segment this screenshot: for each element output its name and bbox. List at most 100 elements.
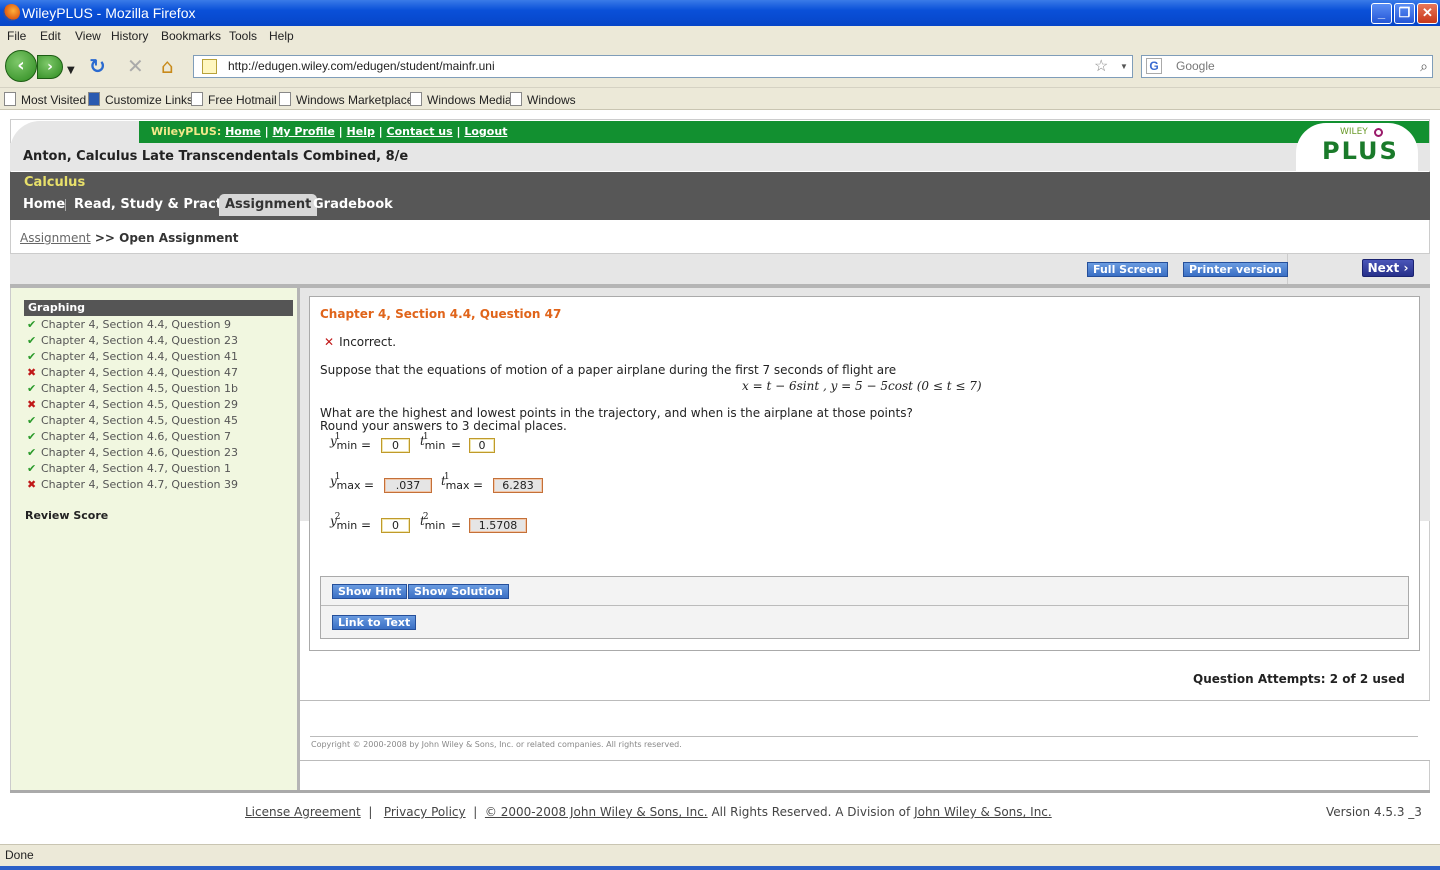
t-answer-field[interactable]: 0 <box>469 438 495 453</box>
motion-equation: x = t − 6sint , y = 5 − 5cost (0 ≤ t ≤ 7… <box>742 379 982 393</box>
link-to-text-button[interactable]: Link to Text <box>332 615 417 630</box>
sidebar-heading: Graphing <box>24 300 293 316</box>
breadcrumb-assignment-link[interactable]: Assignment <box>20 231 91 245</box>
bookmark-free-hotmail[interactable]: Free Hotmail <box>191 92 277 107</box>
full-screen-button[interactable]: Full Screen <box>1087 262 1168 277</box>
menu-help[interactable]: Help <box>269 29 294 43</box>
sidebar-question-item[interactable]: ✔ Chapter 4, Section 4.4, Question 9 <box>27 318 231 331</box>
menu-edit[interactable]: Edit <box>40 29 61 43</box>
show-solution-button[interactable]: Show Solution <box>408 584 509 599</box>
tab-home[interactable]: Home <box>23 194 65 216</box>
y-answer-field[interactable]: 0 <box>381 518 410 533</box>
link-contact-us[interactable]: Contact us <box>387 125 453 138</box>
breadcrumb-current: Open Assignment <box>119 231 239 245</box>
t-variable-label: t1min <box>420 432 446 452</box>
bookmark-windows-media[interactable]: Windows Media <box>410 92 512 107</box>
brand-label: WileyPLUS: <box>151 125 222 138</box>
menu-view[interactable]: View <box>75 29 101 43</box>
equals-sign: = <box>361 438 372 452</box>
close-window-button[interactable]: ✕ <box>1417 3 1438 24</box>
window-title: WileyPLUS - Mozilla Firefox <box>22 5 196 21</box>
tab-gradebook[interactable]: Gradebook <box>313 194 393 216</box>
link-help[interactable]: Help <box>347 125 375 138</box>
msn-icon <box>88 92 100 106</box>
page-icon <box>410 92 422 106</box>
sidebar-question-item[interactable]: ✔ Chapter 4, Section 4.6, Question 7 <box>27 430 231 443</box>
back-button[interactable]: ‹ <box>5 50 37 82</box>
sidebar-question-item[interactable]: ✔ Chapter 4, Section 4.4, Question 23 <box>27 334 238 347</box>
question-list-sidebar: Graphing ✔ Chapter 4, Section 4.4, Questi… <box>11 288 297 790</box>
bookmark-windows-marketplace[interactable]: Windows Marketplace <box>279 92 413 107</box>
search-magnifier-icon[interactable]: ⌕ <box>1420 56 1428 77</box>
restore-button[interactable]: ❐ <box>1394 3 1415 24</box>
bookmark-windows[interactable]: Windows <box>510 92 576 107</box>
checkmark-icon: ✔ <box>27 446 37 459</box>
incorrect-icon: ✖ <box>27 366 37 379</box>
menu-file[interactable]: File <box>7 29 26 43</box>
result-message: ✕ Incorrect. <box>324 335 397 349</box>
history-dropdown-icon[interactable]: ▼ <box>67 61 75 81</box>
wiley-division-link[interactable]: John Wiley & Sons, Inc. <box>914 805 1052 819</box>
tab-assignment[interactable]: Assignment <box>219 194 318 216</box>
question-title: Chapter 4, Section 4.4, Question 47 <box>320 307 562 321</box>
rights-text: All Rights Reserved. A Division of <box>711 805 911 819</box>
sidebar-question-label: Chapter 4, Section 4.4, Question 47 <box>41 366 239 379</box>
y-variable-label: y1max <box>330 472 361 492</box>
sidebar-question-item[interactable]: ✔ Chapter 4, Section 4.5, Question 1b <box>27 382 238 395</box>
url-dropdown-icon[interactable]: ▼ <box>1120 56 1128 77</box>
google-icon[interactable]: G <box>1146 58 1162 74</box>
link-logout[interactable]: Logout <box>464 125 507 138</box>
site-favicon-icon <box>202 59 217 74</box>
sidebar-question-item[interactable]: ✖ Chapter 4, Section 4.5, Question 29 <box>27 398 238 411</box>
link-home[interactable]: Home <box>225 125 261 138</box>
sidebar-question-item[interactable]: ✖ Chapter 4, Section 4.4, Question 47 <box>27 366 238 379</box>
printer-version-button[interactable]: Printer version <box>1183 262 1288 277</box>
bookmark-star-icon[interactable]: ☆ <box>1094 56 1108 77</box>
stop-icon[interactable]: ✕ <box>127 56 144 76</box>
sidebar-question-label: Chapter 4, Section 4.4, Question 41 <box>41 350 239 363</box>
license-agreement-link[interactable]: License Agreement <box>245 805 361 819</box>
question-prompt: Suppose that the equations of motion of … <box>320 363 897 377</box>
bookmarks-toolbar: Most Visited Customize Links Free Hotmai… <box>0 88 1440 110</box>
sidebar-question-label: Chapter 4, Section 4.6, Question 7 <box>41 430 232 443</box>
menu-tools[interactable]: Tools <box>229 29 257 43</box>
status-text: Done <box>5 848 34 862</box>
sidebar-question-item[interactable]: ✔ Chapter 4, Section 4.5, Question 45 <box>27 414 238 427</box>
sidebar-question-label: Chapter 4, Section 4.4, Question 23 <box>41 334 239 347</box>
question-ask-2: Round your answers to 3 decimal places. <box>320 419 567 433</box>
copyright-link[interactable]: © 2000-2008 John Wiley & Sons, Inc. <box>485 805 708 819</box>
equals-sign: = <box>451 518 462 532</box>
sidebar-question-item[interactable]: ✔ Chapter 4, Section 4.4, Question 41 <box>27 350 238 363</box>
home-icon[interactable]: ⌂ <box>161 56 174 76</box>
review-score-link[interactable]: Review Score <box>25 509 108 522</box>
t-answer-field[interactable]: 6.283 <box>493 478 543 493</box>
link-my-profile[interactable]: My Profile <box>272 125 334 138</box>
equals-sign: = <box>364 478 375 492</box>
y-answer-field[interactable]: .037 <box>384 478 432 493</box>
sidebar-question-label: Chapter 4, Section 4.5, Question 1b <box>41 382 238 395</box>
bookmark-most-visited[interactable]: Most Visited <box>4 92 86 107</box>
checkmark-icon: ✔ <box>27 334 37 347</box>
sidebar-question-item[interactable]: ✔ Chapter 4, Section 4.7, Question 1 <box>27 462 231 475</box>
t-answer-field[interactable]: 1.5708 <box>469 518 527 533</box>
search-input[interactable]: G Google ⌕ <box>1141 55 1433 78</box>
bookmark-customize-links[interactable]: Customize Links <box>88 92 193 107</box>
checkmark-icon: ✔ <box>27 414 37 427</box>
menu-history[interactable]: History <box>111 29 148 43</box>
privacy-policy-link[interactable]: Privacy Policy <box>384 805 466 819</box>
y-answer-field[interactable]: 0 <box>381 438 410 453</box>
menu-bookmarks[interactable]: Bookmarks <box>161 29 221 43</box>
incorrect-icon: ✕ <box>324 335 335 349</box>
checkmark-icon: ✔ <box>27 350 37 363</box>
sidebar-question-item[interactable]: ✖ Chapter 4, Section 4.7, Question 39 <box>27 478 238 491</box>
show-hint-button[interactable]: Show Hint <box>332 584 408 599</box>
next-button[interactable]: Next › <box>1362 259 1414 277</box>
url-bar[interactable]: http://edugen.wiley.com/edugen/student/m… <box>193 55 1133 78</box>
sidebar-question-item[interactable]: ✔ Chapter 4, Section 4.6, Question 23 <box>27 446 238 459</box>
sidebar-question-label: Chapter 4, Section 4.6, Question 23 <box>41 446 239 459</box>
minimize-button[interactable]: _ <box>1371 3 1392 24</box>
reload-icon[interactable]: ↻ <box>89 56 106 76</box>
forward-button[interactable]: › <box>37 55 63 79</box>
inner-footer <box>300 700 1430 761</box>
tab-read-study-practice[interactable]: Read, Study & Practice <box>74 194 243 216</box>
